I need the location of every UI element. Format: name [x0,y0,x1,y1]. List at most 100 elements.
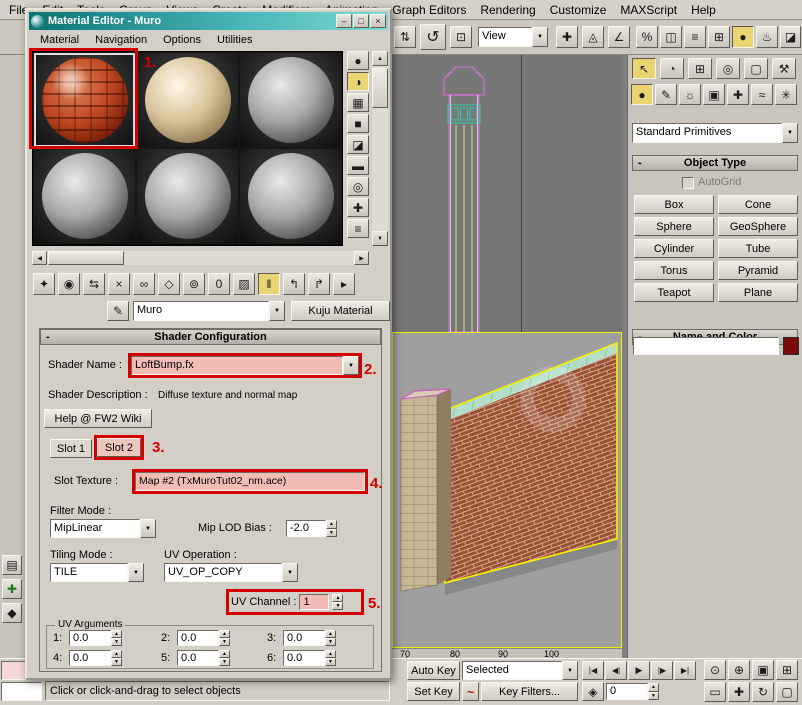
selection-set-dropdown[interactable]: Selected ▼ [462,661,578,680]
chevron-down-icon[interactable]: ▼ [128,563,144,582]
slot-1-tab[interactable]: Slot 1 [50,439,92,458]
spin-up-icon[interactable]: ▲ [325,630,336,638]
tab-utilities[interactable]: ⚒ [772,58,796,79]
scroll-up-button[interactable]: ▲ [372,51,388,66]
kuju-material-button[interactable]: Kuju Material [291,301,390,321]
spin-up-icon[interactable]: ▲ [219,650,230,658]
material-id-channel-icon[interactable]: 0 [208,273,230,295]
menu-navigation[interactable]: Navigation [87,33,155,47]
uv-arg-4-field[interactable]: 0.0 [69,650,111,666]
sample-uv-tiling-icon[interactable]: ■ [347,114,369,133]
category-spacewarps-icon[interactable]: ≈ [751,84,773,105]
spin-down-icon[interactable]: ▼ [648,692,659,701]
snap-toggle-icon[interactable]: ◬ [582,26,604,48]
key-tangent-icon[interactable]: ~ [462,682,479,701]
tab-display[interactable]: ▢ [744,58,768,79]
object-button-plane[interactable]: Plane [718,283,798,302]
options-icon[interactable]: ◎ [347,177,369,196]
add-layer-icon[interactable]: ✚ [2,579,22,599]
material-slot-6[interactable] [239,148,342,244]
uv-arg-3-field[interactable]: 0.0 [283,630,325,646]
pick-material-from-object-icon[interactable]: ✎ [107,301,129,321]
scrollbar-thumb[interactable] [372,68,388,108]
reset-map-icon[interactable]: × [108,273,130,295]
backlight-icon[interactable]: ◑ [347,72,369,91]
material-map-navigator-icon[interactable]: ≡ [347,219,369,238]
uv-arg-4-spinner[interactable]: ▲▼ [111,650,122,666]
tiling-mode-dropdown[interactable]: TILE ▼ [50,563,144,582]
sample-type-icon[interactable]: ● [347,51,369,70]
tab-modify[interactable]: ◔ [660,58,684,79]
viewport-front[interactable] [392,55,622,332]
chevron-down-icon[interactable]: ▼ [343,356,359,375]
uv-arg-6-spinner[interactable]: ▲▼ [325,650,336,666]
select-and-rotate-icon[interactable]: ↺ [420,24,446,50]
uv-arg-5-field[interactable]: 0.0 [177,650,219,666]
object-name-field[interactable] [633,337,779,355]
object-button-cone[interactable]: Cone [718,195,798,214]
category-cameras-icon[interactable]: ▣ [703,84,725,105]
slot-texture-button[interactable]: Map #2 (TxMuroTut02_nm.ace) [135,472,365,491]
get-material-icon[interactable]: ✦ [33,273,55,295]
show-end-result-icon[interactable]: ‖ [258,273,280,295]
viewport-perspective[interactable] [392,332,622,648]
object-button-teapot[interactable]: Teapot [634,283,714,302]
shader-configuration-rollout[interactable]: - Shader Configuration [40,329,381,345]
category-systems-icon[interactable]: ✳ [775,84,797,105]
select-and-scale-icon[interactable]: ⊡ [450,26,472,48]
spin-up-icon[interactable]: ▲ [111,650,122,658]
material-slot-1[interactable] [33,52,136,148]
key-mode-toggle[interactable]: ◈ [582,682,604,701]
make-unique-icon[interactable]: ◇ [158,273,180,295]
menu-options[interactable]: Options [155,33,209,47]
spin-up-icon[interactable]: ▲ [648,683,659,692]
chevron-down-icon[interactable]: ▼ [140,519,156,538]
background-icon[interactable]: ▦ [347,93,369,112]
uv-arg-6-field[interactable]: 0.0 [283,650,325,666]
spin-down-icon[interactable]: ▼ [111,658,122,666]
chevron-down-icon[interactable]: ▼ [782,123,798,143]
previous-frame-button[interactable]: ◀| [605,661,627,680]
pan-icon[interactable]: ✚ [728,682,750,702]
slots-horizontal-scrollbar[interactable]: ◀ ▶ [32,251,369,265]
filter-mode-dropdown[interactable]: MipLinear ▼ [50,519,156,538]
spin-up-icon[interactable]: ▲ [325,650,336,658]
menu-material[interactable]: Material [32,33,87,47]
spin-down-icon[interactable]: ▼ [111,638,122,646]
spin-down-icon[interactable]: ▼ [325,658,336,666]
arc-rotate-icon[interactable]: ↻ [752,682,774,702]
select-and-manipulate-icon[interactable]: ✚ [556,26,578,48]
uv-arg-1-field[interactable]: 0.0 [69,630,111,646]
go-to-end-button[interactable]: ▶| [674,661,696,680]
zoom-all-icon[interactable]: ⊕ [728,660,750,680]
auto-key-button[interactable]: Auto Key [407,661,460,680]
chevron-down-icon[interactable]: ▼ [532,27,548,47]
spin-up-icon[interactable]: ▲ [219,630,230,638]
shader-name-dropdown[interactable]: LoftBump.fx ▼ [131,356,359,375]
spin-down-icon[interactable]: ▼ [326,529,337,538]
tab-motion[interactable]: ◎ [716,58,740,79]
zoom-extents-icon[interactable]: ▣ [752,660,774,680]
spin-up-icon[interactable]: ▲ [332,594,343,602]
object-button-box[interactable]: Box [634,195,714,214]
uv-arg-2-spinner[interactable]: ▲▼ [219,630,230,646]
current-frame-field[interactable]: 0 [606,683,648,700]
help-wiki-button[interactable]: Help @ FW2 Wiki [44,409,152,428]
spin-up-icon[interactable]: ▲ [111,630,122,638]
minimize-button[interactable]: – [336,14,352,28]
category-helpers-icon[interactable]: ✚ [727,84,749,105]
category-lights-icon[interactable]: ☼ [679,84,701,105]
mip-lod-bias-field[interactable]: -2.0 [286,520,326,537]
spin-up-icon[interactable]: ▲ [326,520,337,529]
menu-graph-editors[interactable]: Graph Editors [385,1,473,19]
scroll-left-button[interactable]: ◀ [32,251,47,265]
make-material-copy-icon[interactable]: ∞ [133,273,155,295]
mirror-icon[interactable]: ◫ [660,26,682,48]
chevron-down-icon[interactable]: ▼ [269,301,285,321]
menu-maxscript[interactable]: MAXScript [613,1,684,19]
spin-down-icon[interactable]: ▼ [325,638,336,646]
object-color-swatch[interactable] [783,337,799,355]
next-frame-button[interactable]: |▶ [651,661,673,680]
schematic-view-icon[interactable]: ⊞ [708,26,730,48]
make-preview-icon[interactable]: ▬ [347,156,369,175]
